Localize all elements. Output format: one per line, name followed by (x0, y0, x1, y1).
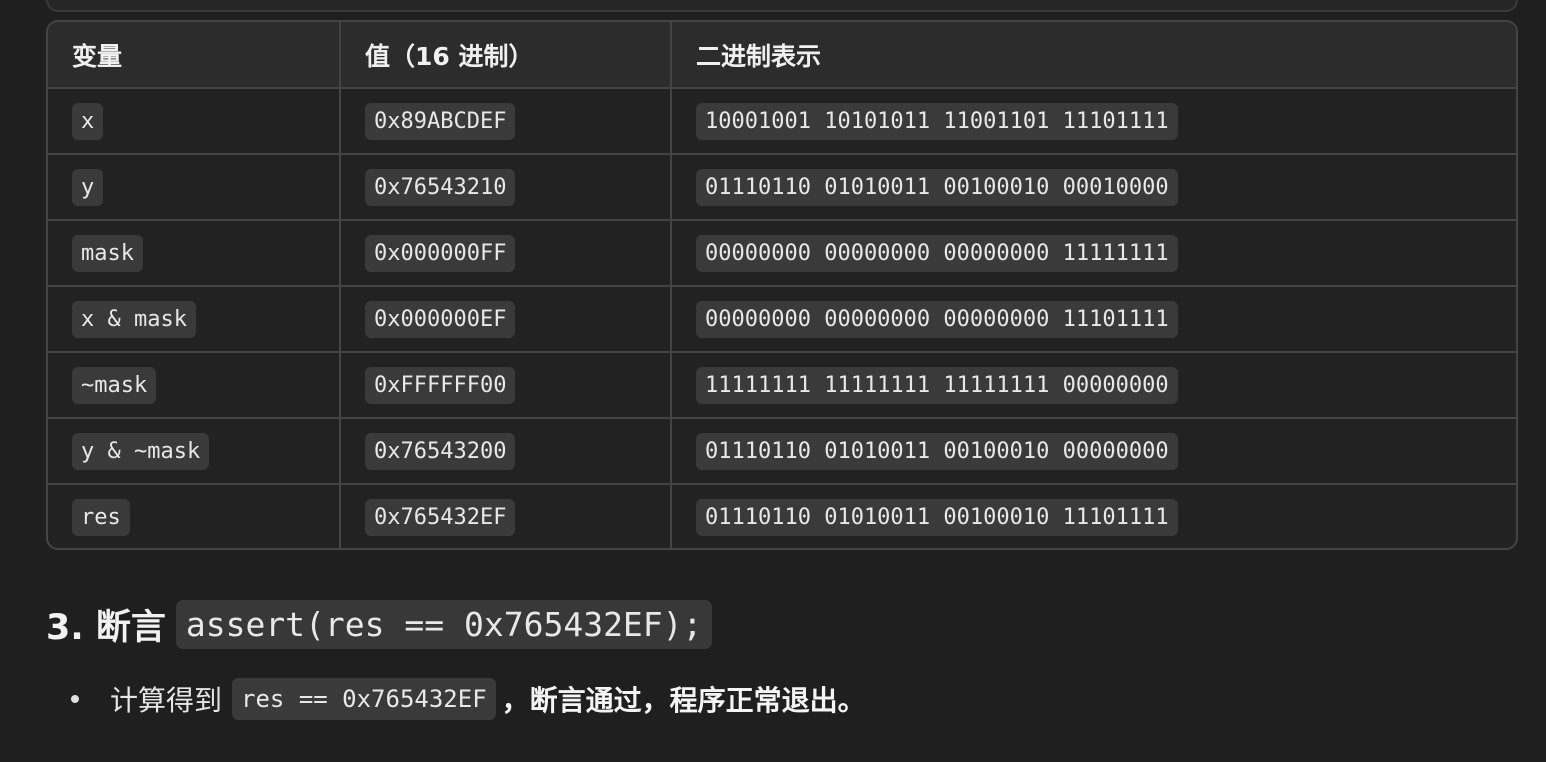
previous-code-block (46, 0, 1518, 12)
cell-variable: x & mask (48, 286, 341, 353)
binary-code: 01110110 01010011 00100010 00000000 (696, 432, 1178, 470)
cell-hex: 0x76543200 (340, 418, 672, 485)
hex-code: 0x76543200 (365, 432, 516, 470)
cell-hex: 0x76543210 (340, 154, 672, 221)
cell-binary: 10001001 10101011 11001101 11101111 (671, 88, 1516, 155)
section-heading: 3. 断言 assert(res == 0x765432EF); (46, 598, 713, 650)
bullet-dot-icon (71, 695, 79, 703)
binary-code: 11111111 11111111 11111111 00000000 (696, 366, 1178, 404)
header-hex-value: 值（16 进制） (340, 22, 672, 89)
header-variable: 变量 (48, 22, 341, 89)
variable-code: y (72, 168, 104, 206)
variable-code: ~mask (72, 366, 157, 404)
hex-code: 0x765432EF (365, 499, 516, 536)
hex-code: 0xFFFFFF00 (365, 366, 516, 404)
cell-hex: 0x89ABCDEF (340, 88, 672, 155)
table-row: y & ~mask 0x76543200 01110110 01010011 0… (48, 418, 1516, 485)
cell-hex: 0x000000EF (340, 286, 672, 353)
binary-code: 00000000 00000000 00000000 11101111 (696, 300, 1178, 338)
variable-code: mask (72, 234, 143, 272)
header-binary: 二进制表示 (671, 22, 1516, 89)
bullet-prefix: 计算得到 (110, 684, 223, 717)
binary-code: 01110110 01010011 00100010 00010000 (696, 168, 1178, 206)
binary-code: 01110110 01010011 00100010 11101111 (696, 499, 1178, 536)
table-row: ~mask 0xFFFFFF00 11111111 11111111 11111… (48, 352, 1516, 419)
hex-code: 0x000000EF (365, 300, 516, 338)
variable-code: y & ~mask (72, 432, 210, 470)
table-row: mask 0x000000FF 00000000 00000000 000000… (48, 220, 1516, 287)
hex-code: 0x000000FF (365, 234, 516, 272)
bitmask-table: 变量 值（16 进制） 二进制表示 x 0x89ABCDEF 10001001 … (46, 20, 1518, 550)
cell-variable: ~mask (48, 352, 341, 419)
table-header-row: 变量 值（16 进制） 二进制表示 (48, 22, 1516, 89)
bullet-suffix: ，断言通过，程序正常退出。 (501, 684, 866, 717)
table-row: y 0x76543210 01110110 01010011 00100010 … (48, 154, 1516, 221)
cell-binary: 00000000 00000000 00000000 11111111 (671, 220, 1516, 287)
variable-code: x & mask (72, 300, 196, 338)
heading-inline-code: assert(res == 0x765432EF); (175, 599, 713, 649)
cell-variable: x (48, 88, 341, 155)
cell-binary: 11111111 11111111 11111111 00000000 (671, 352, 1516, 419)
cell-hex: 0xFFFFFF00 (340, 352, 672, 419)
cell-variable: mask (48, 220, 341, 287)
binary-code: 10001001 10101011 11001101 11101111 (696, 102, 1178, 140)
cell-binary: 00000000 00000000 00000000 11101111 (671, 286, 1516, 353)
cell-hex: 0x765432EF (340, 484, 672, 548)
table-row: x 0x89ABCDEF 10001001 10101011 11001101 … (48, 88, 1516, 155)
table-row: x & mask 0x000000EF 00000000 00000000 00… (48, 286, 1516, 353)
hex-code: 0x76543210 (365, 168, 516, 206)
cell-binary: 01110110 01010011 00100010 00010000 (671, 154, 1516, 221)
binary-code: 00000000 00000000 00000000 11111111 (696, 234, 1178, 272)
cell-variable: res (48, 484, 341, 548)
table-row: res 0x765432EF 01110110 01010011 0010001… (48, 484, 1516, 548)
cell-variable: y & ~mask (48, 418, 341, 485)
cell-binary: 01110110 01010011 00100010 11101111 (671, 484, 1516, 548)
bullet-inline-code: res == 0x765432EF (232, 678, 496, 720)
bullet-list: 计算得到 res == 0x765432EF ，断言通过，程序正常退出。 (46, 676, 866, 722)
variable-code: res (72, 499, 130, 536)
cell-binary: 01110110 01010011 00100010 00000000 (671, 418, 1516, 485)
cell-hex: 0x000000FF (340, 220, 672, 287)
heading-text: 3. 断言 (46, 607, 166, 648)
hex-code: 0x89ABCDEF (365, 102, 516, 140)
variable-code: x (72, 102, 104, 140)
cell-variable: y (48, 154, 341, 221)
list-item: 计算得到 res == 0x765432EF ，断言通过，程序正常退出。 (46, 676, 866, 722)
